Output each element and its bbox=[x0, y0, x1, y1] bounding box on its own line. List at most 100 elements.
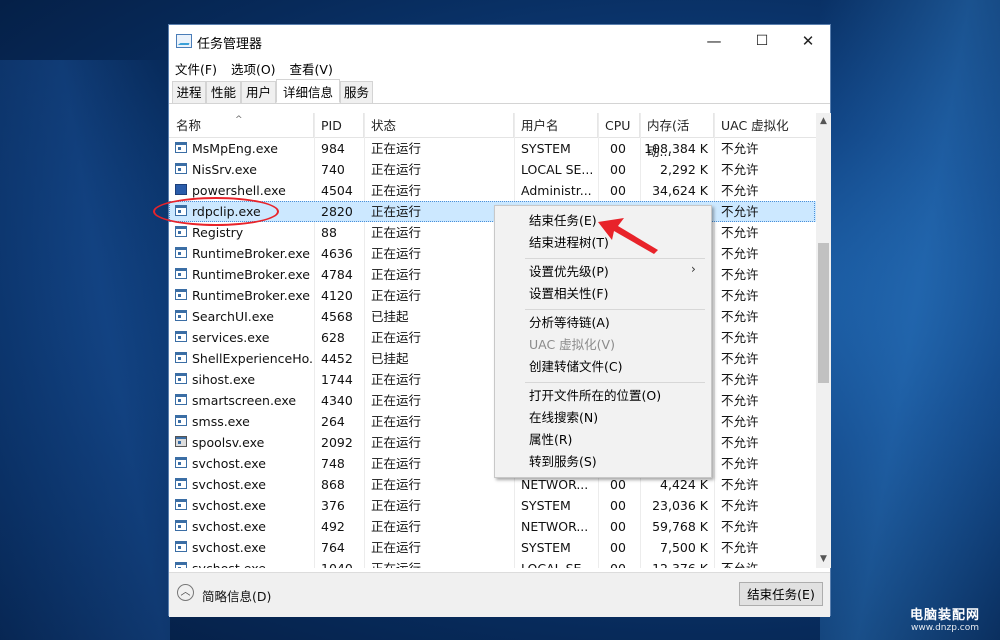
cell-name: ShellExperienceHo... bbox=[192, 351, 314, 366]
column-header-user[interactable]: 用户名 bbox=[514, 113, 598, 137]
scroll-up-icon[interactable]: ▲ bbox=[816, 113, 831, 130]
menu-view[interactable]: 查看(V) bbox=[290, 59, 333, 78]
table-row[interactable]: Registry 88 正在运行 不允许 bbox=[169, 222, 817, 243]
column-header-cpu[interactable]: CPU bbox=[598, 113, 640, 137]
tab-processes[interactable]: 进程 bbox=[172, 81, 206, 103]
cell-uac: 不允许 bbox=[721, 330, 759, 345]
cell-status: 正在运行 bbox=[371, 183, 422, 198]
end-task-button[interactable]: 结束任务(E) bbox=[739, 582, 823, 606]
tab-details[interactable]: 详细信息 bbox=[276, 79, 340, 103]
tab-users[interactable]: 用户 bbox=[241, 81, 276, 103]
window-title: 任务管理器 bbox=[197, 37, 263, 52]
cell-name: smss.exe bbox=[192, 414, 250, 429]
fewer-details-link[interactable]: 简略信息(D) bbox=[202, 586, 271, 605]
vertical-scrollbar[interactable]: ▲ ▼ bbox=[816, 113, 831, 568]
cell-status: 正在运行 bbox=[364, 558, 514, 568]
menu-item-end-task[interactable]: 结束任务(E) bbox=[529, 211, 597, 231]
cell-cpu: 00 bbox=[610, 183, 626, 198]
table-row[interactable]: spoolsv.exe 2092 正在运行 不允许 bbox=[169, 432, 817, 453]
cell-status: 正在运行 bbox=[371, 204, 422, 219]
cell-pid: 4568 bbox=[321, 309, 353, 324]
cell-cpu: 00 bbox=[610, 162, 626, 177]
table-row[interactable]: svchost.exe 868 正在运行 NETWOR... 00 4,424 K 不允许 bbox=[169, 474, 817, 495]
menu-item-analyze-wait-chain[interactable]: 分析等待链(A) bbox=[529, 313, 610, 333]
tab-services[interactable]: 服务 bbox=[340, 81, 373, 103]
cell-uac: 不允许 bbox=[721, 456, 759, 471]
table-row[interactable]: NisSrv.exe 740 正在运行 LOCAL SE... 00 2,292 K 不允许 bbox=[169, 159, 817, 180]
title-bar[interactable]: 任务管理器 — ☐ ✕ bbox=[169, 25, 830, 57]
desktop-light-beam-left bbox=[0, 60, 170, 640]
menu-item-set-affinity[interactable]: 设置相关性(F) bbox=[529, 284, 608, 304]
table-row[interactable]: smartscreen.exe 4340 正在运行 不允许 bbox=[169, 390, 817, 411]
cell-cpu: 00 bbox=[610, 540, 626, 555]
cell-pid: 764 bbox=[321, 540, 345, 555]
cell-uac: 不允许 bbox=[721, 288, 759, 303]
table-row[interactable]: smss.exe 264 正在运行 不允许 bbox=[169, 411, 817, 432]
cell-cpu: 00 bbox=[610, 141, 626, 156]
cell-pid: 4120 bbox=[321, 288, 353, 303]
cell-name: MsMpEng.exe bbox=[192, 141, 278, 156]
table-row[interactable]: ShellExperienceHo... 4452 已挂起 不允许 bbox=[169, 348, 817, 369]
cell-uac: 不允许 bbox=[721, 162, 759, 177]
cell-user: NETWOR... bbox=[521, 519, 589, 534]
menu-item-search-online[interactable]: 在线搜索(N) bbox=[529, 408, 598, 428]
cell-status: 正在运行 bbox=[371, 288, 422, 303]
cell-uac: 不允许 bbox=[721, 435, 759, 450]
cell-status: 正在运行 bbox=[371, 372, 422, 387]
close-button[interactable]: ✕ bbox=[785, 25, 831, 57]
table-row[interactable]: svchost.exe 748 正在运行 不允许 bbox=[169, 453, 817, 474]
cell-uac: 不允许 bbox=[721, 498, 759, 513]
cell-user: SYSTEM bbox=[521, 540, 571, 555]
scroll-down-icon[interactable]: ▼ bbox=[816, 551, 831, 568]
table-row[interactable]: RuntimeBroker.exe 4120 正在运行 不允许 bbox=[169, 285, 817, 306]
cell-user: SYSTEM bbox=[521, 141, 571, 156]
table-row[interactable]: svchost.exe 376 正在运行 SYSTEM 00 23,036 K 不允许 bbox=[169, 495, 817, 516]
menu-item-go-to-services[interactable]: 转到服务(S) bbox=[529, 452, 597, 472]
footer-bar: ︿ 简略信息(D) 结束任务(E) bbox=[169, 572, 830, 617]
table-row[interactable]: svchost.exe 764 正在运行 SYSTEM 00 7,500 K 不允许 bbox=[169, 537, 817, 558]
menu-item-open-file-location[interactable]: 打开文件所在的位置(O) bbox=[529, 386, 661, 406]
cell-cpu: 00 bbox=[610, 498, 626, 513]
table-row[interactable]: services.exe 628 正在运行 不允许 bbox=[169, 327, 817, 348]
cell-memory: 2,292 K bbox=[660, 162, 708, 177]
scrollbar-thumb[interactable] bbox=[818, 243, 829, 383]
menu-item-set-priority[interactable]: 设置优先级(P) bbox=[529, 262, 609, 282]
menu-item-properties[interactable]: 属性(R) bbox=[529, 430, 572, 450]
cell-pid: 264 bbox=[321, 414, 345, 429]
cell-uac: 不允许 bbox=[721, 204, 759, 219]
cell-name: spoolsv.exe bbox=[192, 435, 265, 450]
maximize-button[interactable]: ☐ bbox=[739, 25, 785, 57]
table-row[interactable]: sihost.exe 1744 正在运行 不允许 bbox=[169, 369, 817, 390]
cell-user: LOCAL SE... bbox=[514, 558, 598, 568]
cell-pid: 1744 bbox=[321, 372, 353, 387]
table-row[interactable]: svchost.exe1040正在运行LOCAL SE...0012,376 K… bbox=[169, 558, 817, 568]
table-row[interactable]: MsMpEng.exe 984 正在运行 SYSTEM 00 108,384 K 不允许 bbox=[169, 138, 817, 159]
cell-name: svchost.exe bbox=[192, 477, 266, 492]
menu-options[interactable]: 选项(O) bbox=[231, 59, 276, 78]
cell-uac: 不允许 bbox=[721, 477, 759, 492]
column-header-memory[interactable]: 内存(活动... bbox=[640, 113, 714, 159]
cell-pid: 740 bbox=[321, 162, 345, 177]
table-row[interactable]: RuntimeBroker.exe 4784 正在运行 不允许 bbox=[169, 264, 817, 285]
column-header-uac[interactable]: UAC 虚拟化 bbox=[714, 113, 817, 137]
cell-user: Administr... bbox=[521, 183, 592, 198]
column-header-name[interactable]: 名称 ^ bbox=[169, 113, 314, 137]
menu-separator bbox=[525, 309, 705, 310]
table-row[interactable]: powershell.exe 4504 正在运行 Administr... 00 34,6… bbox=[169, 180, 817, 201]
menu-file[interactable]: 文件(F) bbox=[175, 59, 217, 78]
tab-strip: 进程 性能 用户 详细信息 服务 bbox=[169, 79, 830, 104]
cell-name: smartscreen.exe bbox=[192, 393, 297, 408]
menu-item-create-dump-file[interactable]: 创建转储文件(C) bbox=[529, 357, 622, 377]
table-row[interactable]: RuntimeBroker.exe 4636 正在运行 不允许 bbox=[169, 243, 817, 264]
cell-uac: 不允许 bbox=[721, 519, 759, 534]
cell-name: svchost.exe bbox=[192, 540, 266, 555]
chevron-up-icon[interactable]: ︿ bbox=[177, 584, 194, 601]
column-header-pid[interactable]: PID bbox=[314, 113, 364, 137]
minimize-button[interactable]: — bbox=[691, 25, 737, 57]
tab-performance[interactable]: 性能 bbox=[206, 81, 241, 103]
column-header-status[interactable]: 状态 bbox=[364, 113, 514, 137]
table-row[interactable]: svchost.exe 492 正在运行 NETWOR... 00 59,768 K 不允许 bbox=[169, 516, 817, 537]
table-row[interactable]: SearchUI.exe 4568 已挂起 不允许 bbox=[169, 306, 817, 327]
cell-memory: 34,624 K bbox=[652, 183, 708, 198]
task-manager-icon bbox=[176, 34, 192, 48]
